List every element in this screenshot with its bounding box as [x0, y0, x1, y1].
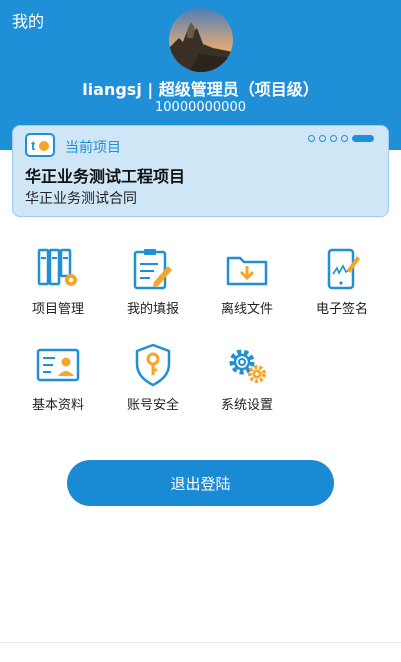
folder-download-icon: [226, 256, 268, 286]
logout-button[interactable]: 退出登陆: [67, 460, 334, 506]
tablet-signature-icon: [327, 248, 360, 290]
carousel-dot[interactable]: [341, 135, 348, 142]
shield-key-icon: [135, 343, 171, 387]
menu-account-security[interactable]: 账号安全: [113, 342, 193, 413]
menu-label: 基本资料: [31, 398, 84, 413]
svg-text:t: t: [31, 138, 36, 153]
project-name: 华正业务测试工程项目: [25, 167, 186, 186]
carousel-dot[interactable]: [319, 135, 326, 142]
contract-name: 华正业务测试合同: [25, 191, 137, 207]
menu-system-settings[interactable]: 系统设置: [207, 342, 287, 413]
username: liangsj | 超级管理员（项目级）: [82, 80, 319, 99]
binders-gear-icon: [37, 248, 77, 286]
menu-label: 账号安全: [126, 398, 179, 413]
menu-project-management[interactable]: 项目管理: [18, 246, 98, 317]
menu-label: 离线文件: [220, 302, 273, 317]
avatar[interactable]: [169, 8, 233, 72]
menu-basic-info[interactable]: 基本资料: [18, 342, 98, 413]
bottom-tab-bar[interactable]: [0, 642, 401, 662]
phone-number: 10000000000: [155, 100, 246, 115]
carousel-indicator[interactable]: [308, 135, 374, 142]
menu-e-signature[interactable]: 电子签名: [302, 246, 382, 317]
carousel-dot-active[interactable]: [352, 135, 374, 142]
gears-icon: [229, 349, 266, 383]
carousel-dot[interactable]: [308, 135, 315, 142]
menu-offline-files[interactable]: 离线文件: [207, 246, 287, 317]
profile-card-icon: [36, 348, 80, 382]
carousel-dot[interactable]: [330, 135, 337, 142]
menu-label: 电子签名: [315, 302, 368, 317]
document-edit-icon: [133, 249, 172, 290]
menu-label: 项目管理: [31, 302, 84, 317]
project-badge-icon: t: [25, 133, 55, 157]
menu-label: 系统设置: [220, 398, 273, 413]
current-project-label: 当前项目: [65, 140, 121, 156]
menu-my-submissions[interactable]: 我的填报: [113, 246, 193, 317]
page-title: 我的: [12, 12, 45, 31]
menu-label: 我的填报: [126, 302, 179, 317]
current-project-card[interactable]: t 当前项目 华正业务测试工程项目 华正业务测试合同: [12, 125, 389, 217]
